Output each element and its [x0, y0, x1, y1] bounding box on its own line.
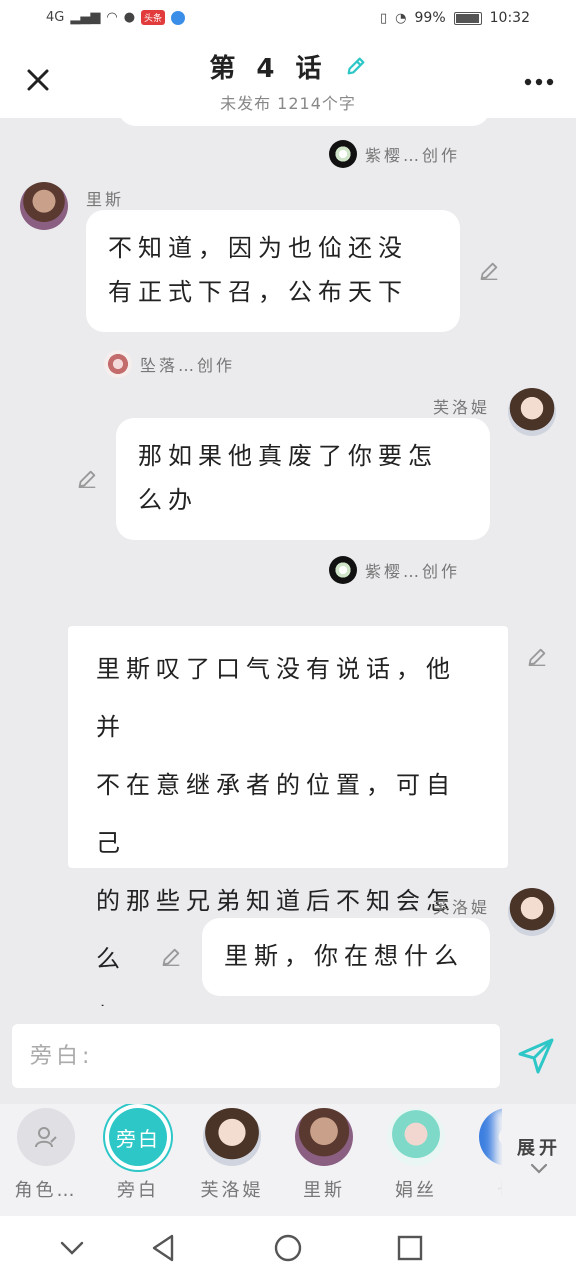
message-line: 那如果他真废了你要怎: [138, 442, 438, 470]
creator-label: 坠落…创作: [140, 356, 236, 375]
chapter-title-row[interactable]: 第 4 话: [0, 48, 576, 85]
role-add-character[interactable]: 角色…: [8, 1108, 84, 1202]
add-character-icon: [17, 1108, 75, 1166]
creator-tag: 坠落…创作: [104, 350, 235, 378]
battery-icon: [453, 11, 482, 25]
message-line: 么办: [138, 486, 198, 514]
message-bubble[interactable]: 不知道，因为也佡还没 有正式下召，公布天下: [86, 210, 460, 332]
narration-line: 不在意继承者的位置，可自己: [96, 771, 456, 857]
top-bar: 4G ▂▄▆ ◠ ● 头条 ▯ ◔ 99% 10:32 第 4 话 未发布 12…: [0, 0, 576, 118]
app-notification-icon: [171, 10, 186, 25]
role-label: 旁白: [117, 1180, 159, 1201]
message-input-box[interactable]: [12, 1024, 500, 1088]
send-button[interactable]: [510, 1030, 562, 1082]
speaker-name: 芙洛媞: [432, 898, 490, 917]
role-narration[interactable]: 旁白 旁白: [100, 1108, 176, 1202]
clock: 10:32: [489, 10, 530, 26]
role-fuluoti[interactable]: 芙洛媞: [194, 1108, 270, 1202]
recents-icon[interactable]: [394, 1232, 426, 1264]
edit-icon[interactable]: [478, 260, 500, 282]
speaker-name: 里斯: [86, 190, 125, 209]
avatar[interactable]: [20, 182, 68, 230]
role-avatar: [203, 1108, 261, 1166]
speaker-name: 芙洛媞: [432, 398, 490, 417]
message-bubble[interactable]: 那如果他真废了你要怎 么办: [116, 418, 490, 540]
narration-role-avatar: 旁白: [109, 1108, 167, 1166]
status-right: ▯ ◔ 99% 10:32: [380, 10, 530, 26]
message-line: 里斯，你在想什么: [224, 942, 464, 970]
chevron-down-icon: [530, 1163, 548, 1174]
role-label: 角色…: [14, 1180, 78, 1201]
role-avatar: [295, 1108, 353, 1166]
more-icon: [524, 78, 554, 86]
creator-label: 紫樱…创作: [364, 146, 460, 165]
status-left: 4G ▂▄▆ ◠ ● 头条: [46, 10, 186, 25]
creator-label: 紫樱…创作: [364, 562, 460, 581]
qq-icon: ●: [123, 10, 136, 25]
message-input[interactable]: [12, 1024, 500, 1088]
creator-tag: 紫樱…创作: [328, 140, 460, 168]
message-line: 有正式下召，公布天下: [108, 278, 408, 306]
role-juansi[interactable]: 娟丝: [378, 1108, 454, 1202]
chapter-status: 未发布 1214个字: [220, 94, 356, 113]
narration-line: 里斯叹了口气没有说话，他并: [96, 655, 456, 741]
expand-roles-button[interactable]: 展开: [502, 1108, 576, 1212]
more-button[interactable]: [524, 64, 554, 92]
system-nav-bar: [0, 1216, 576, 1280]
role-label: 娟丝: [395, 1180, 437, 1201]
role-selector: 角色… 旁白 旁白 芙洛媞 里斯 娟丝 也 展开: [0, 1104, 576, 1216]
creator-avatar: [104, 350, 132, 378]
role-label: 芙洛媞: [200, 1180, 264, 1201]
news-badge: 头条: [141, 10, 166, 25]
vibrate-icon: ▯: [380, 10, 388, 26]
creator-avatar: [328, 556, 357, 584]
battery-percent: 99%: [414, 10, 446, 26]
expand-label: 展开: [517, 1138, 561, 1159]
home-icon[interactable]: [272, 1232, 304, 1264]
creator-tag: 紫樱…创作: [328, 556, 460, 584]
avatar[interactable]: [508, 388, 556, 436]
role-avatar: [387, 1108, 445, 1166]
back-icon[interactable]: [148, 1232, 180, 1264]
role-label: 里斯: [303, 1180, 345, 1201]
signal-icon: ▂▄▆: [70, 10, 101, 25]
send-icon: [518, 1038, 554, 1074]
chat-area[interactable]: 紫樱…创作 里斯 不知道，因为也佡还没 有正式下召，公布天下 坠落…创作 芙洛媞…: [0, 118, 576, 1006]
chevron-down-icon[interactable]: [56, 1232, 88, 1264]
wifi-icon: ◠: [106, 10, 118, 25]
chapter-header: 第 4 话 未发布 1214个字: [0, 40, 576, 118]
network-label: 4G: [46, 10, 65, 25]
creator-avatar: [328, 140, 357, 168]
role-lisi[interactable]: 里斯: [286, 1108, 362, 1202]
status-bar: 4G ▂▄▆ ◠ ● 头条 ▯ ◔ 99% 10:32: [0, 0, 576, 40]
composer: [0, 1006, 576, 1104]
narration-block[interactable]: 里斯叹了口气没有说话，他并 不在意继承者的位置，可自己 的那些兄弟知道后不知会怎…: [68, 626, 508, 1006]
message-line: 不知道，因为也佡还没: [108, 234, 408, 262]
chapter-title: 第 4 话: [209, 54, 328, 84]
edit-icon[interactable]: [526, 646, 548, 668]
message-bubble[interactable]: 里斯，你在想什么: [202, 918, 490, 996]
edit-icon[interactable]: [160, 946, 182, 968]
edit-icon[interactable]: [76, 468, 98, 490]
previous-bubble[interactable]: [118, 118, 490, 126]
narration-role-text: 旁白: [116, 1126, 160, 1151]
pencil-icon[interactable]: [345, 55, 367, 77]
speed-icon: ◔: [395, 10, 407, 26]
avatar[interactable]: [508, 888, 556, 936]
